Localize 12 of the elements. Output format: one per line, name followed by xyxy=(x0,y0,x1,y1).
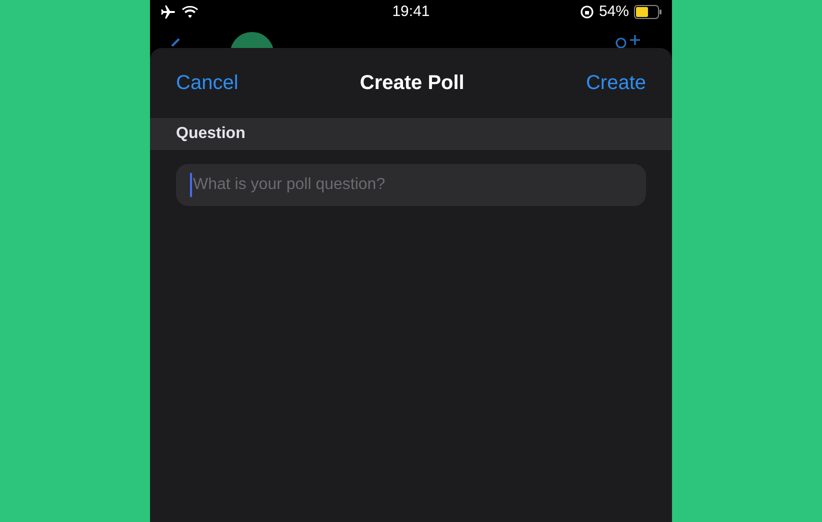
question-field[interactable]: What is your poll question? xyxy=(176,164,646,206)
cancel-button[interactable]: Cancel xyxy=(176,68,238,98)
create-button[interactable]: Create xyxy=(586,68,646,98)
battery-icon xyxy=(634,5,662,19)
text-cursor xyxy=(190,173,192,197)
battery-percent: 54% xyxy=(598,2,629,22)
airplane-icon xyxy=(160,5,176,19)
status-time: 19:41 xyxy=(392,2,430,22)
sheet-title: Create Poll xyxy=(360,71,464,96)
wifi-icon xyxy=(182,6,198,18)
section-title: Question xyxy=(176,124,246,144)
rotation-lock-icon xyxy=(580,5,594,19)
